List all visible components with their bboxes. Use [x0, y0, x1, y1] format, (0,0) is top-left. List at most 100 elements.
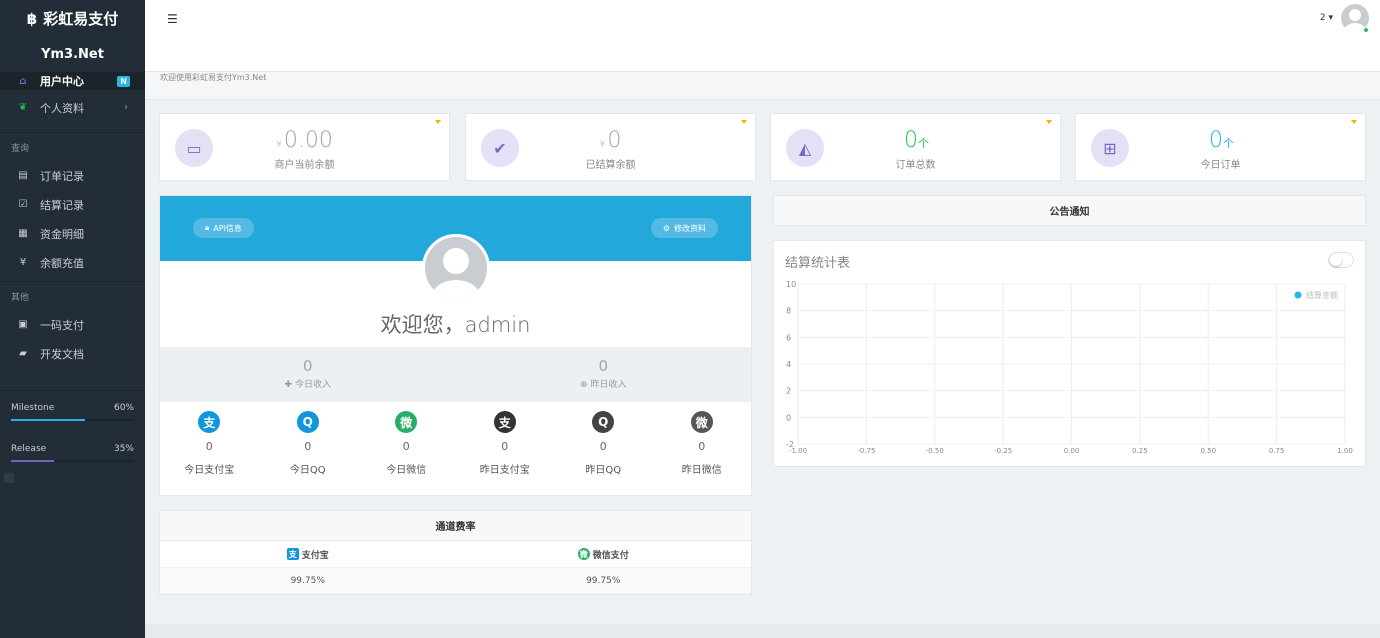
channel-value: 0 [402, 440, 410, 453]
sidebar-item-docs[interactable]: ▰ 开发文档 [0, 339, 145, 368]
leaf-icon: ❦ [18, 102, 28, 113]
sidebar-item-user-center[interactable]: ⌂ 用户中心 N [0, 72, 145, 90]
api-info-button[interactable]: 🔒︎ API信息 [193, 218, 254, 238]
gear-icon: ⚙ [662, 223, 670, 233]
stat-value: ¥0 [466, 128, 755, 153]
milestone-bar [11, 419, 134, 421]
notice-panel: 公告通知 [773, 195, 1366, 226]
x-tick-label: -0.25 [994, 447, 1012, 455]
channel-value: 0 [205, 440, 213, 453]
rate-value: 99.75% [586, 575, 621, 586]
brand-subtitle: Ym3.Net [41, 47, 104, 62]
wechat-icon: 微 [690, 411, 713, 433]
stat-label: 今日订单 [1200, 160, 1241, 171]
currency: ¥ [276, 140, 282, 150]
channel-today-wechat: 微 0 今日微信 [357, 411, 456, 476]
stat-value: 0个 [1076, 128, 1365, 153]
user-dropdown[interactable]: 2 ▾ [1320, 13, 1333, 23]
x-tick-label: 0.50 [1200, 447, 1216, 455]
stat-card-orders-today: ⊞ 0个 今日订单 [1075, 113, 1366, 181]
edit-profile-label: 修改资料 [674, 223, 706, 233]
x-tick-label: 0.00 [1064, 447, 1080, 455]
channel-yesterday-qq: Q 0 昨日QQ [554, 411, 653, 476]
qrcode-icon: ▣ [18, 319, 28, 330]
y-tick-label: 10 [786, 280, 796, 289]
table-icon: ▦ [18, 228, 28, 239]
sidebar-item-qrpay[interactable]: ▣ 一码支付 [0, 310, 145, 339]
value: 0 [1209, 128, 1223, 153]
sidebar-item-profile[interactable]: ❦ 个人资料 › [0, 93, 145, 122]
menu-toggle-icon[interactable]: ☰ [167, 12, 178, 26]
user-number: 2 [1319, 13, 1326, 23]
channel-label: 昨日QQ [585, 465, 622, 476]
qq-icon: Q [592, 411, 615, 433]
x-tick-label: 0.75 [1269, 447, 1285, 455]
bitcoin-icon: ฿ [26, 9, 38, 28]
footer [145, 624, 1380, 638]
section-query-label: 查询 [0, 132, 145, 161]
api-info-label: API信息 [213, 223, 242, 233]
milestone-percent: 60% [113, 403, 134, 413]
sidebar-item-label: 用户中心 [40, 75, 84, 88]
y-tick-label: 8 [786, 307, 791, 316]
value: 0 [607, 128, 622, 153]
rate-col-wechat: 微微信支付 [456, 548, 752, 561]
sidebar-item-recharge[interactable]: ¥ 余额充值 [0, 248, 145, 277]
stat-value: ¥0.00 [160, 128, 449, 153]
sidebar-item-label: 订单记录 [40, 169, 84, 183]
currency: ¥ [599, 140, 606, 150]
milestone-label: Milestone [11, 403, 55, 413]
x-tick-label: 0.25 [1132, 447, 1148, 455]
channel-value: 0 [599, 440, 607, 453]
channel-value: 0 [698, 440, 706, 453]
x-tick-label: 1.00 [1337, 447, 1353, 455]
online-status-dot [1363, 27, 1369, 33]
value: 0 [904, 128, 918, 153]
stat-label: 已结算余额 [585, 160, 636, 171]
stat-value: 0个 [771, 128, 1060, 153]
milestone-bar-fill [11, 419, 85, 421]
rate-value-row: 99.75% 99.75% [160, 568, 751, 594]
channel-label: 昨日支付宝 [479, 465, 530, 476]
y-tick-label: 6 [786, 333, 791, 342]
rate-name: 支付宝 [301, 550, 329, 561]
caret-down-icon[interactable] [435, 120, 441, 124]
caret-down-icon[interactable] [1351, 120, 1357, 124]
notice-title: 公告通知 [1049, 207, 1090, 218]
qq-icon: Q [296, 411, 319, 433]
x-tick-label: -1.00 [789, 447, 807, 455]
caret-down-icon[interactable] [741, 120, 747, 124]
channel-label: 今日微信 [386, 465, 427, 476]
brand-title: 彩虹易支付 [43, 10, 119, 28]
welcome-text: 欢迎您，admin [380, 313, 531, 337]
edit-profile-button[interactable]: ⚙ 修改资料 [650, 218, 718, 238]
alipay-icon: 支 [198, 411, 221, 433]
sidebar-item-funds[interactable]: ▦ 资金明细 [0, 219, 145, 248]
chart-title: 结算统计表 [785, 256, 851, 271]
channel-label: 今日支付宝 [184, 465, 235, 476]
chart-toggle-switch[interactable] [1328, 252, 1354, 268]
chevron-right-icon: › [124, 102, 128, 113]
caret-down-icon[interactable] [1046, 120, 1052, 124]
yesterday-income-value: 0 [598, 357, 609, 375]
today-income-value: 0 [302, 357, 313, 375]
settlement-chart-panel: 10 8 6 4 2 0 -2 -1.00 -0.75 -0.50 -0.25 0.00 0.25 0.5… [773, 240, 1366, 467]
y-tick-label: 4 [786, 360, 791, 369]
sidebar-item-orders[interactable]: ▤ 订单记录 [0, 161, 145, 190]
progress-block: Milestone 60% Release 35% [0, 390, 145, 462]
sidebar-item-label: 余额充值 [40, 256, 84, 270]
sidebar-item-settlements[interactable]: ☑ 结算记录 [0, 190, 145, 219]
rate-col-alipay: 支支付宝 [160, 548, 456, 561]
sidebar-item-label: 资金明细 [40, 227, 84, 241]
avatar-placeholder-icon [432, 248, 480, 299]
sidebar-item-label: 结算记录 [40, 198, 84, 212]
stat-card-balance: ▭ ¥0.00 商户当前余额 [159, 113, 450, 181]
yesterday-income-label: ⊕ 昨日收入 [456, 377, 752, 390]
channel-label: 今日QQ [289, 465, 326, 476]
legend-marker [1294, 291, 1302, 299]
collapse-toggle[interactable] [4, 473, 14, 483]
alipay-icon: 支 [286, 548, 299, 560]
brand[interactable]: ฿ 彩虹易支付 [0, 0, 145, 37]
section-other-label: 其他 [0, 281, 145, 310]
channel-stats: 支 0 今日支付宝 Q 0 今日QQ 微 0 今日微信 支 0 昨日支付宝 Q … [160, 411, 751, 476]
